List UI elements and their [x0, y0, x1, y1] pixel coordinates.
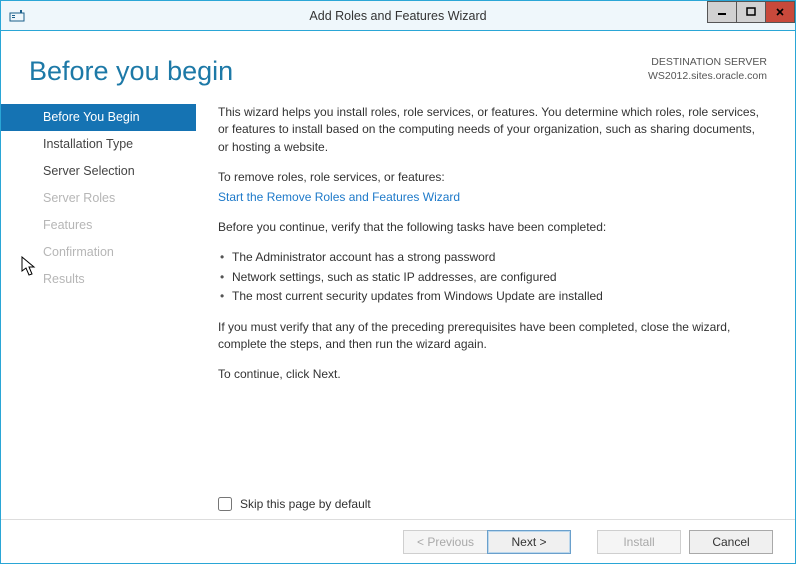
minimize-button[interactable] [707, 1, 737, 23]
skip-page-row[interactable]: Skip this page by default [218, 496, 371, 513]
destination-info: DESTINATION SERVER WS2012.sites.oracle.c… [648, 56, 767, 83]
titlebar: Add Roles and Features Wizard [1, 1, 795, 31]
page-title: Before you begin [29, 56, 648, 87]
cancel-button[interactable]: Cancel [689, 530, 773, 554]
sidebar-item-installation-type[interactable]: Installation Type [1, 131, 196, 158]
close-note: If you must verify that any of the prece… [218, 319, 765, 354]
sidebar-item-results: Results [1, 266, 196, 293]
next-button[interactable]: Next > [487, 530, 571, 554]
sidebar-item-before-you-begin[interactable]: Before You Begin [1, 104, 196, 131]
maximize-button[interactable] [736, 1, 766, 23]
sidebar-item-features: Features [1, 212, 196, 239]
list-item: Network settings, such as static IP addr… [220, 269, 765, 286]
remove-label: To remove roles, role services, or featu… [218, 169, 765, 186]
install-button: Install [597, 530, 681, 554]
window-controls [708, 1, 795, 23]
wizard-sidebar: Before You Begin Installation Type Serve… [1, 99, 196, 519]
close-button[interactable] [765, 1, 795, 23]
list-item: The Administrator account has a strong p… [220, 249, 765, 266]
verify-heading: Before you continue, verify that the fol… [218, 219, 765, 236]
skip-page-checkbox[interactable] [218, 497, 232, 511]
destination-server: WS2012.sites.oracle.com [648, 70, 767, 84]
prereq-list: The Administrator account has a strong p… [220, 249, 765, 305]
remove-wizard-link[interactable]: Start the Remove Roles and Features Wiza… [218, 190, 460, 204]
continue-note: To continue, click Next. [218, 366, 765, 383]
list-item: The most current security updates from W… [220, 288, 765, 305]
intro-text: This wizard helps you install roles, rol… [218, 104, 765, 156]
sidebar-item-server-selection[interactable]: Server Selection [1, 158, 196, 185]
sidebar-item-confirmation: Confirmation [1, 239, 196, 266]
sidebar-item-server-roles: Server Roles [1, 185, 196, 212]
destination-label: DESTINATION SERVER [648, 56, 767, 70]
skip-page-label: Skip this page by default [240, 496, 371, 513]
previous-button: < Previous [403, 530, 487, 554]
wizard-main: This wizard helps you install roles, rol… [196, 99, 795, 519]
window-title: Add Roles and Features Wizard [309, 9, 486, 23]
server-manager-icon [9, 8, 25, 24]
wizard-footer: < Previous Next > Install Cancel [1, 519, 795, 563]
